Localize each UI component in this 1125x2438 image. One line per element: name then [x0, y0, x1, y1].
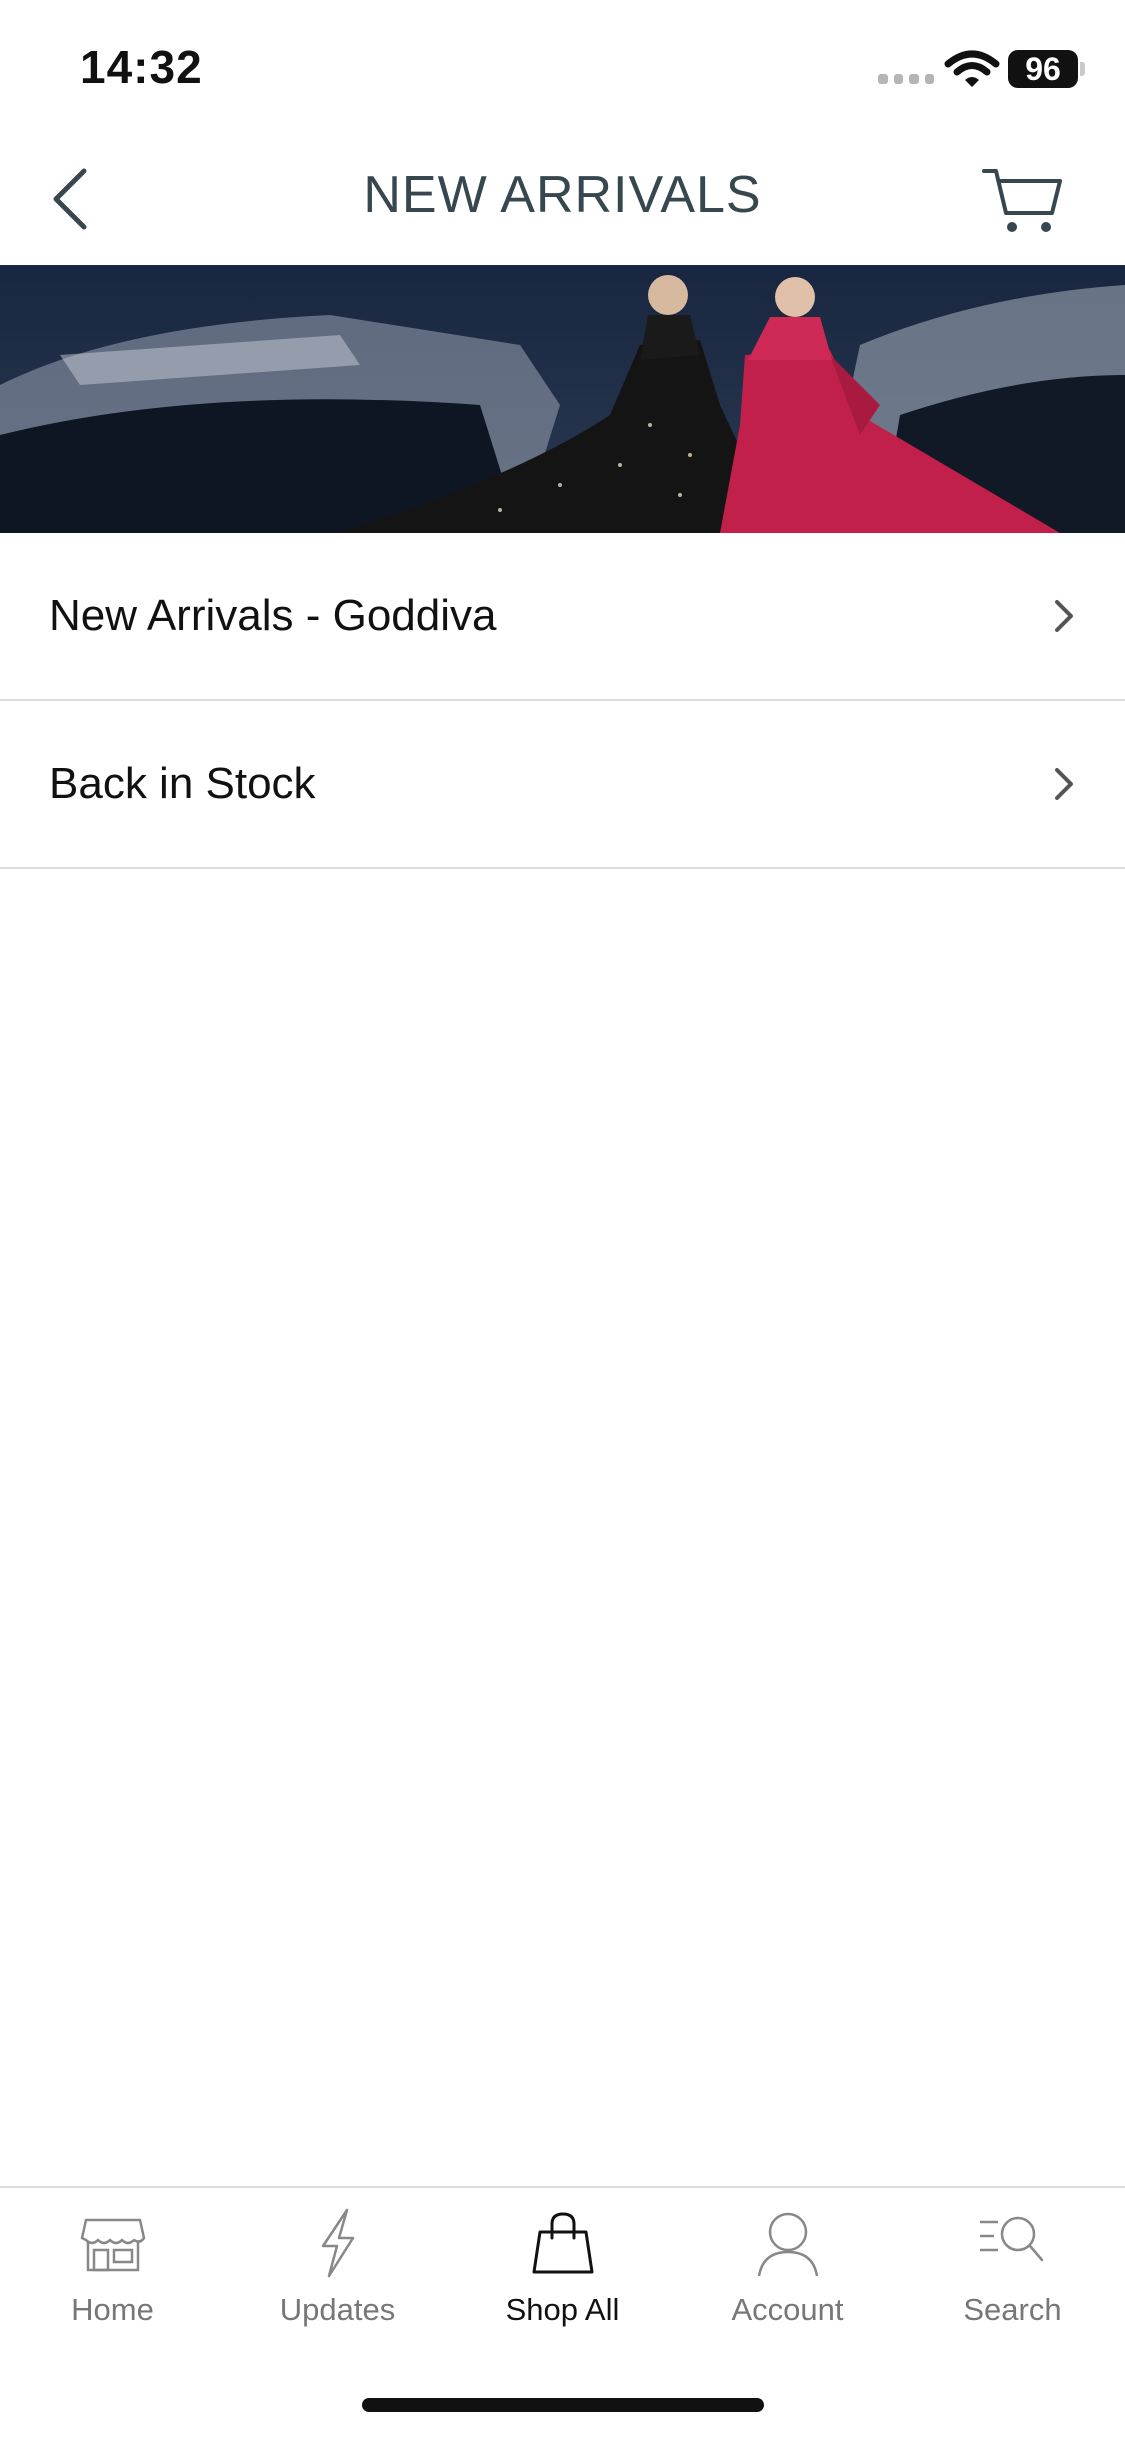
page-title: NEW ARRIVALS: [363, 166, 762, 224]
shopping-bag-icon: [532, 2212, 593, 2274]
tab-label: Search: [963, 2292, 1062, 2327]
list-item-label: New Arrivals - Goddiva: [49, 591, 497, 640]
battery-icon: 96: [1008, 50, 1078, 88]
chevron-right-icon: [1055, 600, 1073, 632]
home-indicator[interactable]: [362, 2398, 764, 2412]
list-item-label: Back in Stock: [49, 759, 316, 808]
user-icon: [757, 2212, 818, 2277]
list-item-back-in-stock[interactable]: Back in Stock: [0, 701, 1125, 869]
list-item-new-arrivals-goddiva[interactable]: New Arrivals - Goddiva: [0, 533, 1125, 701]
cart-button[interactable]: [982, 165, 1064, 237]
battery-level: 96: [1025, 50, 1061, 87]
tab-home[interactable]: Home: [0, 2208, 225, 2348]
tab-label: Home: [71, 2292, 154, 2327]
tab-updates[interactable]: Updates: [225, 2208, 450, 2348]
lightning-icon: [321, 2208, 354, 2278]
tab-search[interactable]: Search: [900, 2208, 1125, 2348]
tab-label: Shop All: [505, 2292, 620, 2327]
category-list: New Arrivals - Goddiva Back in Stock: [0, 533, 1125, 869]
status-bar: 14:32 96: [0, 0, 1125, 135]
store-icon: [80, 2218, 145, 2272]
banner-image: [0, 265, 1125, 533]
tab-account[interactable]: Account: [675, 2208, 900, 2348]
tab-label: Account: [731, 2292, 844, 2327]
promo-banner[interactable]: [0, 265, 1125, 533]
wifi-icon: [944, 50, 1000, 87]
cart-icon: [982, 169, 1062, 232]
tab-shop-all[interactable]: Shop All: [450, 2208, 675, 2348]
chevron-right-icon: [1055, 768, 1073, 800]
battery-tip: [1080, 62, 1085, 76]
search-icon: [979, 2216, 1043, 2262]
tab-label: Updates: [279, 2292, 396, 2327]
signal-icon: [878, 74, 934, 86]
nav-bar: NEW ARRIVALS: [0, 135, 1125, 265]
status-time: 14:32: [80, 41, 203, 93]
